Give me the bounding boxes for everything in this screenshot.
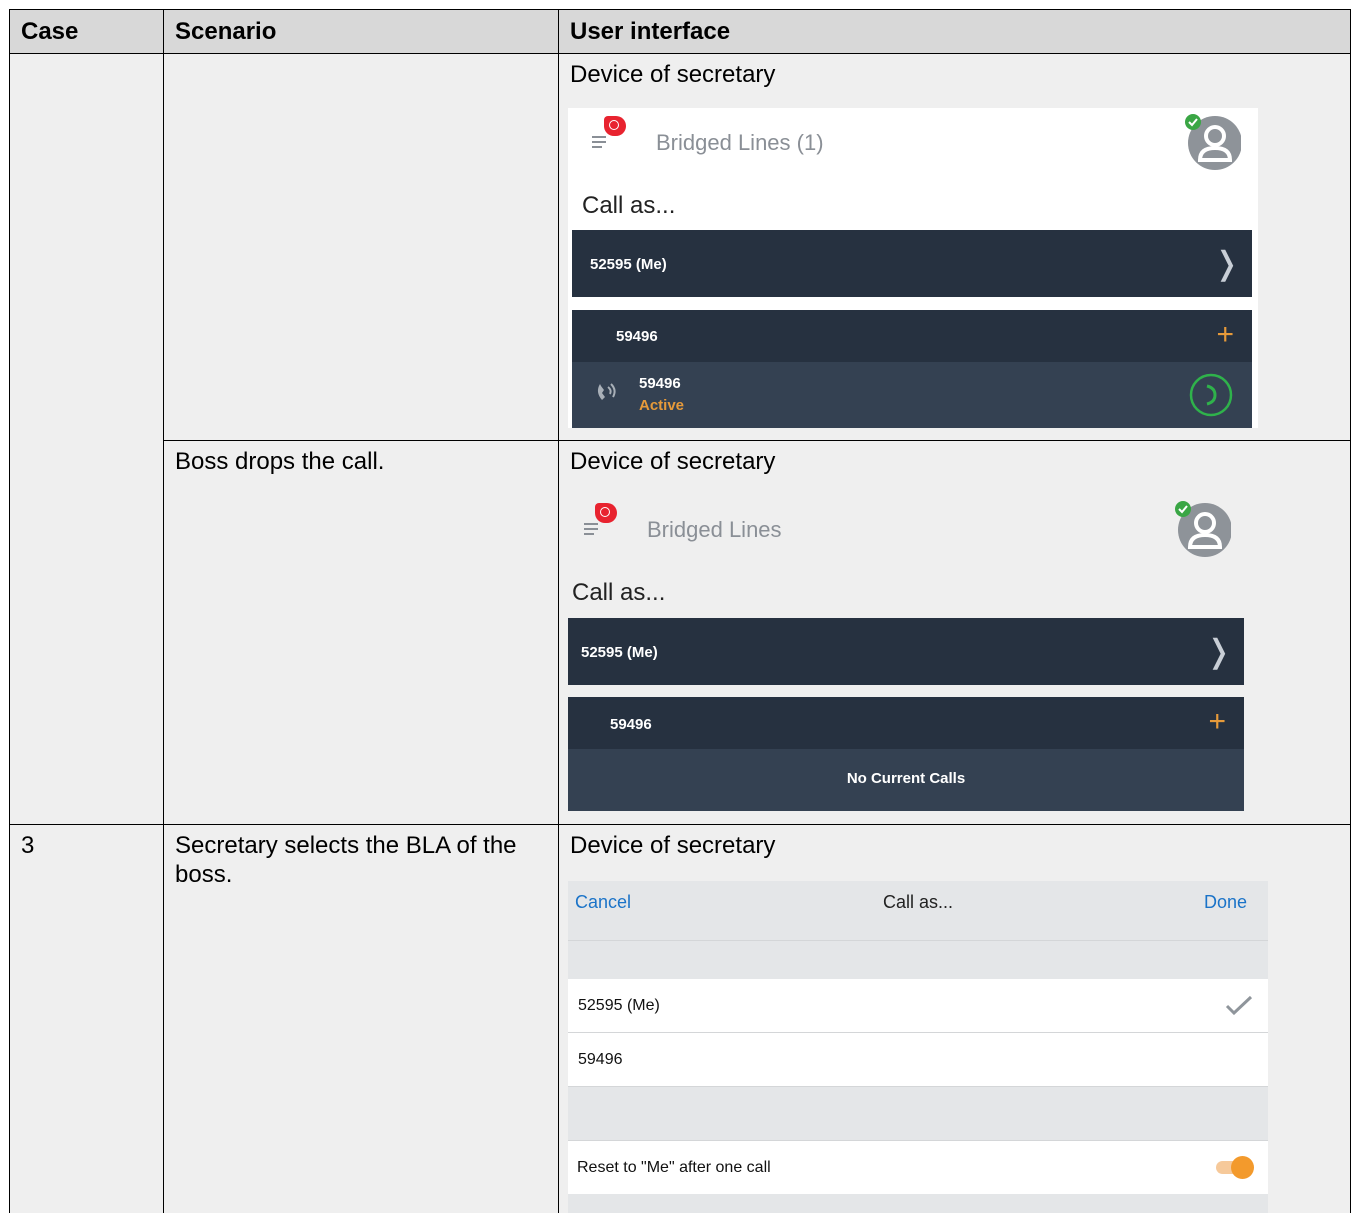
picker-header: Cancel Call as... Done [568, 881, 1268, 940]
done-button[interactable]: Done [1204, 892, 1247, 913]
section-spacer [568, 940, 1268, 980]
plus-icon[interactable]: + [1216, 320, 1234, 350]
screenshot-bridged-lines-active: Bridged Lines (1) Call as... 52595 (Me) … [568, 108, 1258, 428]
no-calls-row: No Current Calls [568, 749, 1244, 811]
line-me-label: 52595 (Me) [581, 644, 658, 661]
header-user-interface: User interface [558, 9, 1351, 53]
plus-icon[interactable]: + [1208, 707, 1226, 737]
checkmark-icon [1225, 995, 1253, 1015]
section-spacer [568, 1087, 1268, 1140]
line-me[interactable]: 52595 (Me) ❭ [568, 618, 1244, 685]
line-bla-label: 59496 [616, 328, 658, 345]
screen-title: Bridged Lines (1) [656, 130, 824, 155]
case-cell-3: 3 [9, 824, 163, 1213]
no-current-calls-text: No Current Calls [846, 770, 966, 787]
picker-title: Call as... [882, 892, 954, 912]
phone-icon[interactable] [1188, 372, 1234, 418]
ui-caption: Device of secretary [570, 832, 776, 859]
menu-icon[interactable] [584, 523, 600, 537]
screenshot-call-as-picker: Cancel Call as... Done 52595 (Me) 59496 … [568, 881, 1268, 1213]
section-spacer [568, 1194, 1268, 1213]
line-bla[interactable]: 59496 + [568, 697, 1244, 749]
call-status: Active [639, 397, 685, 414]
scenario-cell-continued [163, 53, 558, 440]
notification-badge-icon [604, 116, 626, 136]
chevron-right-icon: ❭ [1205, 633, 1232, 669]
option-me[interactable]: 52595 (Me) [568, 979, 1268, 1033]
toggle-switch[interactable] [1216, 1156, 1254, 1179]
scenario-cell-boss-drops: Boss drops the call. [163, 440, 558, 824]
ui-caption: Device of secretary [570, 448, 776, 475]
screenshot-bridged-lines-idle: Bridged Lines Call as... 52595 (Me) ❭ 59… [568, 495, 1244, 811]
screen-title: Bridged Lines [647, 517, 782, 542]
ui-caption: Device of secretary [570, 61, 776, 88]
line-bla-label: 59496 [610, 716, 652, 733]
header-scenario: Scenario [163, 9, 558, 53]
scenario-cell-selects-bla: Secretary selects the BLA of the boss. [163, 824, 558, 1213]
call-number: 59496 [639, 375, 681, 392]
case-cell-continued [9, 53, 163, 824]
option-bla-label: 59496 [578, 1051, 623, 1068]
line-me[interactable]: 52595 (Me) ❭ [572, 230, 1252, 297]
avatar-icon[interactable] [1183, 112, 1241, 170]
option-bla[interactable]: 59496 [568, 1033, 1268, 1087]
call-as-heading: Call as... [572, 579, 666, 606]
header-case: Case [9, 9, 163, 53]
notification-badge-icon [595, 503, 617, 523]
reset-option-row: Reset to "Me" after one call [568, 1140, 1268, 1195]
option-me-label: 52595 (Me) [578, 997, 660, 1014]
reset-label: Reset to "Me" after one call [577, 1159, 771, 1176]
menu-icon[interactable] [592, 136, 608, 150]
bridged-call-icon [597, 383, 616, 400]
chevron-right-icon: ❭ [1213, 245, 1240, 281]
line-me-label: 52595 (Me) [590, 256, 667, 273]
call-as-heading: Call as... [582, 192, 676, 219]
line-bla[interactable]: 59496 + [572, 310, 1252, 362]
active-call-row[interactable]: 59496 Active [572, 362, 1252, 428]
avatar-icon[interactable] [1173, 499, 1231, 557]
